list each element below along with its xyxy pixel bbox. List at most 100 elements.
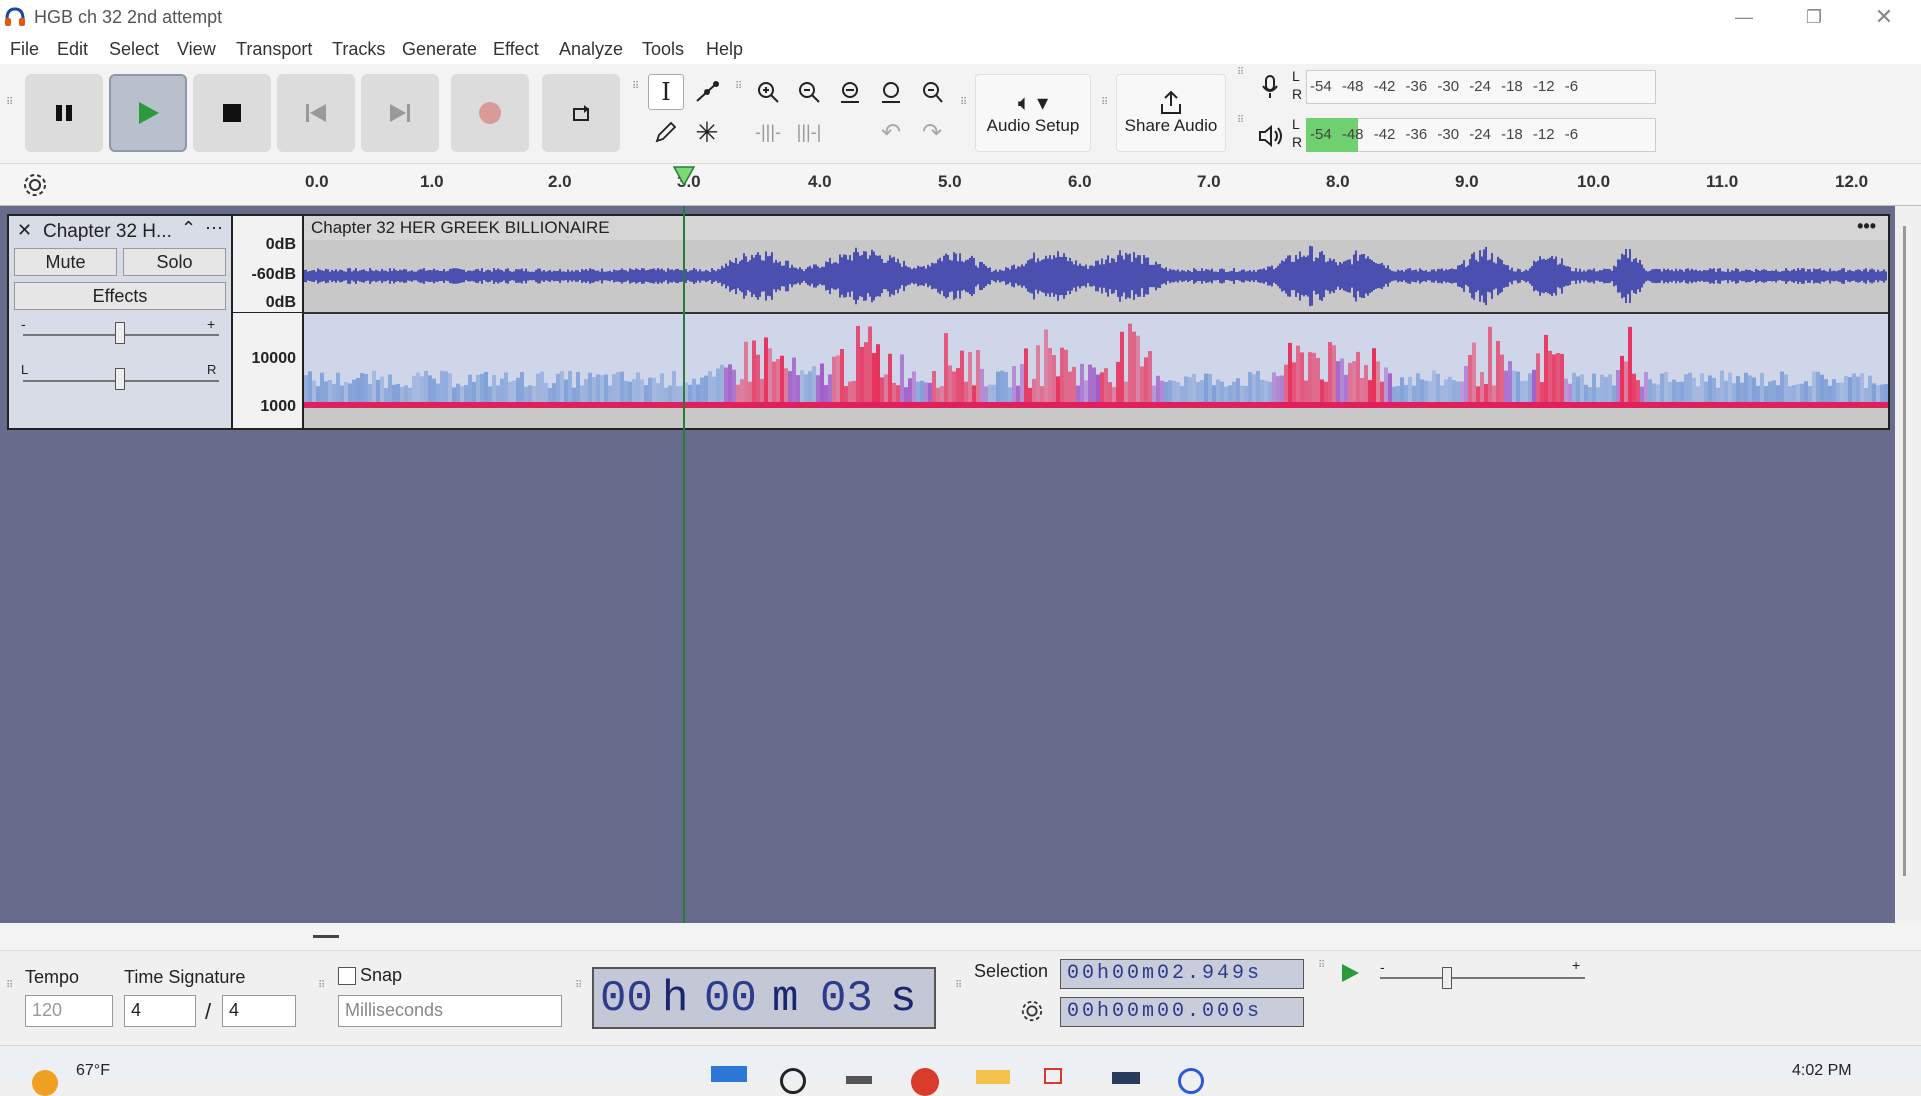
spectrogram-band bbox=[1036, 345, 1040, 408]
restore-button[interactable]: ❐ bbox=[1780, 0, 1848, 34]
recording-meter[interactable]: L R -54 -48 -42 -36 -30 -24 -18 -12 -6 bbox=[1290, 68, 1660, 108]
selection-settings-gear-icon[interactable] bbox=[1020, 999, 1044, 1023]
effects-button[interactable]: Effects bbox=[14, 282, 226, 310]
redo-button[interactable]: ↷ bbox=[914, 114, 950, 150]
file-explorer-icon[interactable] bbox=[976, 1070, 1010, 1084]
zoom-in-button[interactable] bbox=[750, 74, 786, 110]
time-display[interactable]: 00 h 00 m 03 s bbox=[592, 967, 936, 1029]
envelope-tool[interactable] bbox=[689, 74, 725, 110]
selection-end-field[interactable]: 00h00m00.000s bbox=[1060, 997, 1304, 1027]
tools-grip[interactable]: ⠿ bbox=[632, 82, 639, 92]
spectrogram-band bbox=[728, 364, 732, 408]
clip-menu-icon[interactable]: ••• bbox=[1857, 216, 1876, 237]
snipping-tool-icon[interactable] bbox=[1044, 1068, 1062, 1084]
menu-tracks[interactable]: Tracks bbox=[332, 39, 385, 60]
clock[interactable]: 4:02 PM bbox=[1792, 1062, 1852, 1080]
play-at-speed-button[interactable] bbox=[1332, 955, 1368, 991]
vertical-scrollbar[interactable] bbox=[1903, 226, 1906, 876]
pause-button[interactable] bbox=[25, 74, 103, 152]
close-button[interactable]: ✕ bbox=[1850, 0, 1918, 34]
trim-button[interactable]: -|||- bbox=[750, 114, 786, 150]
app-taskbar-icon[interactable] bbox=[1178, 1068, 1204, 1094]
scrollbar-thumb[interactable] bbox=[313, 935, 339, 938]
loop-button[interactable] bbox=[542, 74, 620, 152]
snap-unit-select[interactable]: Milliseconds bbox=[338, 995, 562, 1027]
menu-transport[interactable]: Transport bbox=[236, 39, 312, 60]
time-grip[interactable]: ⠿ bbox=[575, 981, 582, 991]
skip-to-end-button[interactable] bbox=[361, 74, 439, 152]
menu-view[interactable]: View bbox=[177, 39, 216, 60]
gain-slider-thumb[interactable] bbox=[115, 322, 125, 344]
playback-speed-thumb[interactable] bbox=[1442, 967, 1452, 989]
time-sig-denominator[interactable]: 4 bbox=[222, 995, 296, 1027]
solo-button[interactable]: Solo bbox=[123, 248, 226, 276]
menu-tools[interactable]: Tools bbox=[642, 39, 684, 60]
playhead-marker-icon[interactable] bbox=[673, 166, 695, 186]
fit-project-button[interactable] bbox=[873, 74, 909, 110]
silence-button[interactable]: |||-| bbox=[791, 114, 827, 150]
draw-tool[interactable] bbox=[648, 114, 684, 150]
menu-file[interactable]: File bbox=[10, 39, 39, 60]
multi-tool[interactable]: ✳ bbox=[689, 114, 725, 150]
play-meter-grip[interactable]: ⠿ bbox=[1237, 116, 1244, 126]
redo-icon: ↷ bbox=[921, 118, 943, 146]
menu-help[interactable]: Help bbox=[706, 39, 743, 60]
spectrogram-band bbox=[1544, 334, 1548, 408]
selection-start-field[interactable]: 00h00m02.949s bbox=[1060, 959, 1304, 989]
menu-analyze[interactable]: Analyze bbox=[559, 39, 623, 60]
tempo-field[interactable]: 120 bbox=[25, 995, 113, 1027]
waveform[interactable] bbox=[304, 240, 1888, 312]
gear-icon[interactable] bbox=[22, 172, 48, 198]
clip-header[interactable]: Chapter 32 HER GREEK BILLIONAIRE ••• bbox=[304, 216, 1888, 240]
menu-generate[interactable]: Generate bbox=[402, 39, 477, 60]
minimize-button[interactable]: — bbox=[1710, 0, 1778, 34]
selection-tool[interactable]: I bbox=[648, 74, 684, 110]
toolbar-grip[interactable]: ⠿ bbox=[6, 98, 13, 108]
windows-start-icon[interactable] bbox=[711, 1066, 747, 1082]
spectrogram-band bbox=[1092, 367, 1096, 408]
spectrogram[interactable] bbox=[304, 314, 1888, 408]
pan-slider-thumb[interactable] bbox=[115, 368, 125, 390]
playback-meter[interactable]: L R -54 -48 -42 -36 -30 -24 -18 -12 -6 bbox=[1290, 116, 1660, 156]
menu-effect[interactable]: Effect bbox=[493, 39, 539, 60]
menu-edit[interactable]: Edit bbox=[57, 39, 88, 60]
snap-checkbox[interactable] bbox=[338, 967, 356, 985]
search-icon[interactable] bbox=[780, 1068, 806, 1094]
track-name[interactable]: Chapter 32 H... bbox=[43, 221, 172, 243]
skip-to-start-button[interactable] bbox=[277, 74, 355, 152]
audio-clip[interactable]: Chapter 32 HER GREEK BILLIONAIRE ••• bbox=[302, 214, 1890, 430]
selection-grip[interactable]: ⠿ bbox=[955, 981, 962, 991]
fit-selection-button[interactable] bbox=[832, 74, 868, 110]
mute-button[interactable]: Mute bbox=[14, 248, 117, 276]
audio-setup-grip[interactable]: ⠿ bbox=[960, 98, 967, 108]
collapse-track-icon[interactable]: ⌃ bbox=[181, 218, 196, 239]
play-button[interactable] bbox=[109, 74, 187, 152]
task-view-icon[interactable] bbox=[846, 1076, 872, 1084]
menu-select[interactable]: Select bbox=[109, 39, 159, 60]
edit-grip[interactable]: ⠿ bbox=[735, 82, 742, 92]
undo-button[interactable]: ↶ bbox=[873, 114, 909, 150]
zoom-out-button[interactable] bbox=[791, 74, 827, 110]
audio-setup-button[interactable]: 🔈︎ ▾ Audio Setup bbox=[975, 74, 1091, 152]
play-at-speed-grip[interactable]: ⠿ bbox=[1318, 961, 1325, 971]
spectrogram-band bbox=[948, 365, 952, 408]
share-audio-button[interactable]: Share Audio bbox=[1116, 74, 1226, 152]
time-sig-grip[interactable]: ⠿ bbox=[6, 981, 13, 991]
record-button[interactable] bbox=[451, 74, 529, 152]
horizontal-scrollbar[interactable] bbox=[0, 923, 1921, 951]
share-grip[interactable]: ⠿ bbox=[1101, 98, 1108, 108]
track-area[interactable]: ✕ Chapter 32 H... ⌃ ⋯ Mute Solo Effects … bbox=[0, 206, 1906, 923]
stop-button[interactable] bbox=[193, 74, 271, 152]
close-track-icon[interactable]: ✕ bbox=[17, 220, 32, 241]
playback-speed-slider[interactable] bbox=[1380, 977, 1585, 979]
track-menu-icon[interactable]: ⋯ bbox=[205, 218, 223, 239]
zoom-toggle-button[interactable] bbox=[914, 74, 950, 110]
weather-sun-icon[interactable] bbox=[32, 1070, 58, 1096]
snap-grip[interactable]: ⠿ bbox=[318, 981, 325, 991]
timeline-ruler[interactable]: 0.0 1.0 2.0 3.0 4.0 5.0 6.0 7.0 8.0 9.0 … bbox=[0, 164, 1921, 206]
weather-temperature[interactable]: 67°F bbox=[76, 1062, 110, 1080]
rec-meter-grip[interactable]: ⠿ bbox=[1237, 68, 1244, 78]
time-sig-numerator[interactable]: 4 bbox=[124, 995, 196, 1027]
chrome-icon[interactable] bbox=[911, 1068, 939, 1096]
audacity-taskbar-icon[interactable] bbox=[1112, 1072, 1140, 1084]
